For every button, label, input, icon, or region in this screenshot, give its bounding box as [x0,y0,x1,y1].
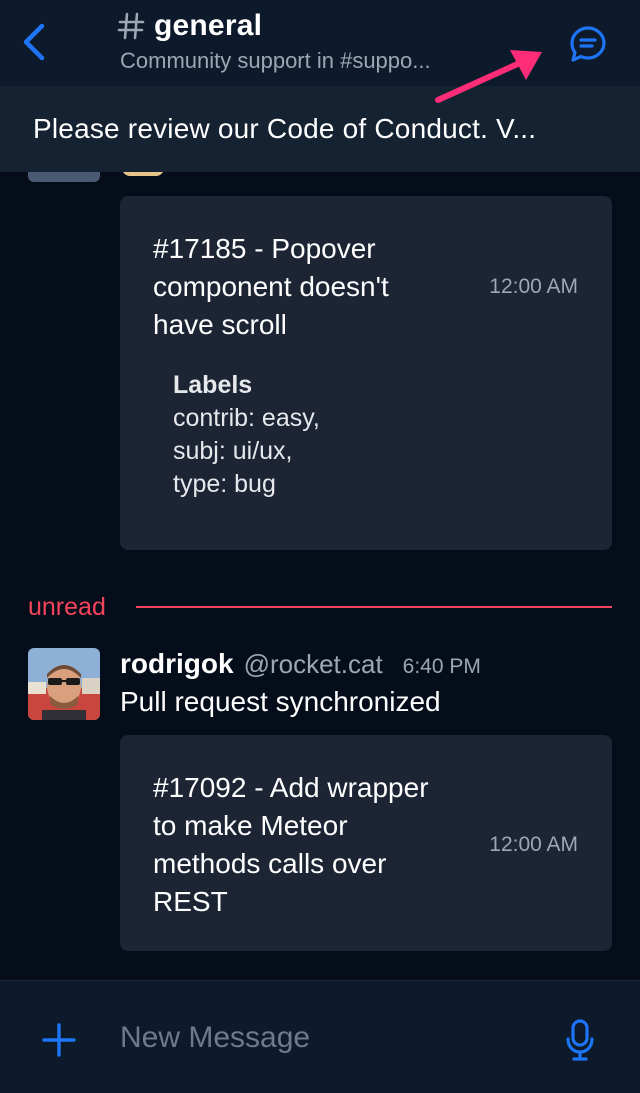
issue-labels: Labels contrib: easy, subj: ui/ux, type:… [153,368,580,501]
issue-card-17092[interactable]: #17092 - Add wrapper to make Meteor meth… [120,735,612,951]
unread-label: unread [28,592,106,621]
labels-heading: Labels [173,371,253,399]
back-button[interactable] [14,18,54,66]
message-text: Pull request synchronized [120,686,441,717]
avatar[interactable] [28,648,100,720]
issue-card-time: 12:00 AM [489,833,578,856]
issue-card-time: 12:00 AM [489,275,578,298]
room-title[interactable]: general Community support in #suppo... [116,8,516,74]
record-audio-button[interactable] [558,1015,602,1065]
announcement-text: Please review our Code of Conduct. V... [33,113,537,144]
channel-topic: Community support in #suppo... [120,48,431,73]
chevron-left-icon [23,23,45,61]
microphone-icon [566,1019,594,1061]
message-list[interactable]: issue #17185 - Popover component doesn't… [0,86,640,980]
issue-card-17185[interactable]: #17185 - Popover component doesn't have … [120,196,612,550]
add-attachment-button[interactable] [36,1017,82,1063]
hash-icon [117,12,145,40]
room-header: general Community support in #suppo... [0,0,640,86]
message-input[interactable] [120,1013,540,1063]
message-alias: @rocket.cat [243,649,383,679]
message-username[interactable]: rodrigok [120,648,234,680]
announcement-banner[interactable]: Please review our Code of Conduct. V... [0,86,640,172]
label-item: subj: ui/ux, [173,437,293,465]
message-composer [0,980,640,1093]
plus-icon [42,1023,76,1057]
threads-icon [570,26,606,62]
label-item: contrib: easy, [173,404,320,432]
message-time: 6:40 PM [402,655,481,678]
message-header: rodrigok @rocket.cat 6:40 PM [120,648,481,684]
channel-name: general [154,9,263,42]
label-item: type: bug [173,470,276,498]
unread-divider-line [135,606,612,608]
issue-card-title: #17092 - Add wrapper to make Meteor meth… [153,772,429,917]
issue-card-title: #17185 - Popover component doesn't have … [153,233,389,340]
unread-separator: unread [28,592,612,622]
threads-button[interactable] [566,22,610,66]
chat-screen: issue #17185 - Popover component doesn't… [0,0,640,1093]
message-item[interactable]: rodrigok @rocket.cat 6:40 PM Pull reques… [28,648,612,728]
